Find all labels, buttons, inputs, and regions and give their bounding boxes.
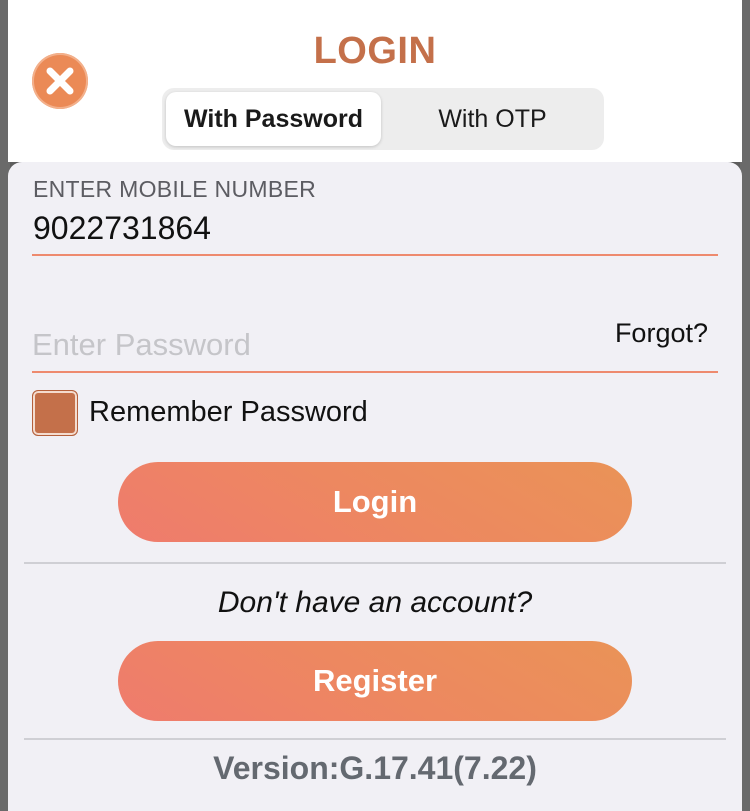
divider [24, 562, 726, 564]
login-mode-switch: With Password With OTP [162, 88, 604, 150]
no-account-prompt: Don't have an account? [217, 586, 533, 619]
tab-with-otp[interactable]: With OTP [385, 92, 600, 146]
mobile-number-label: ENTER MOBILE NUMBER [33, 176, 317, 202]
version-label: Version:G.17.41(7.22) [213, 750, 537, 786]
login-button[interactable]: Login [118, 462, 632, 542]
tab-with-password[interactable]: With Password [166, 92, 381, 146]
mobile-number-field[interactable]: 9022731864 [33, 210, 211, 247]
login-header: LOGIN With Password With OTP [8, 0, 742, 162]
divider [24, 738, 726, 740]
forgot-password-link[interactable]: Forgot? [615, 318, 708, 349]
password-field[interactable] [32, 322, 572, 368]
mobile-field-underline [32, 254, 718, 256]
remember-password-label[interactable]: Remember Password [89, 396, 368, 429]
register-button[interactable]: Register [118, 641, 632, 721]
remember-password-checkbox[interactable] [32, 390, 78, 436]
page-title: LOGIN [313, 30, 437, 72]
password-field-underline [32, 371, 718, 373]
login-form-card: ENTER MOBILE NUMBER 9022731864 Forgot? R… [8, 162, 742, 811]
